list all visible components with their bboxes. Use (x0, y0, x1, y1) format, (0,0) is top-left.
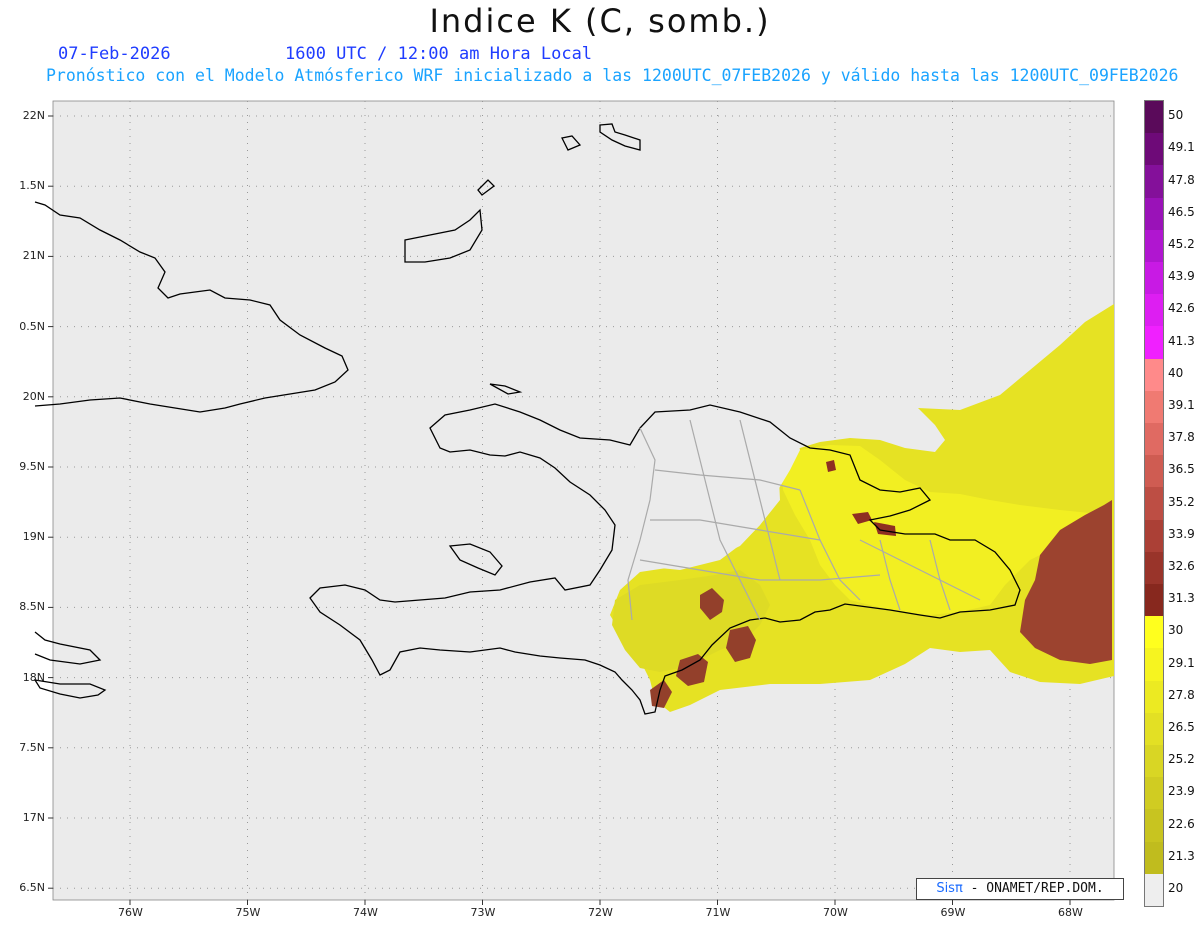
legend-swatch (1145, 841, 1163, 875)
lat-ticks (48, 115, 53, 889)
legend-swatch (1145, 197, 1163, 231)
lat-label: 17N (22, 811, 45, 824)
credit-org: - ONAMET/REP.DOM. (962, 881, 1104, 896)
legend-label: 20 (1168, 880, 1184, 895)
legend-swatch (1145, 133, 1163, 166)
credit-logo: Sisπ (936, 881, 963, 896)
legend-swatch (1145, 680, 1163, 714)
legend-swatch (1145, 423, 1163, 456)
lat-label: 8.5N (19, 600, 45, 614)
legend-swatch (1145, 584, 1163, 617)
lat-label: 22N (22, 109, 45, 122)
lat-label: 0.5N (19, 319, 45, 333)
legend-swatch (1145, 229, 1163, 263)
lat-label: 19N (22, 530, 45, 544)
lon-ticks (129, 900, 1071, 905)
legend-label: 40 (1168, 365, 1184, 380)
legend-swatch (1145, 487, 1163, 521)
legend-label: 49.1 (1168, 140, 1195, 155)
legend-label: 22.6 (1168, 816, 1195, 831)
legend-label: 37.8 (1168, 430, 1195, 445)
legend-label: 33.9 (1168, 526, 1195, 541)
lon-label: 72W (588, 906, 613, 919)
legend-swatch (1145, 358, 1163, 392)
legend-label: 30 (1168, 623, 1184, 638)
legend-label: 39.1 (1168, 397, 1195, 412)
color-legend (1144, 100, 1164, 907)
legend-label: 47.8 (1168, 172, 1195, 187)
legend-swatch (1145, 648, 1163, 682)
lon-label: 69W (940, 906, 966, 919)
lat-label: 18N (22, 670, 45, 684)
legend-label: 31.3 (1168, 591, 1195, 606)
legend-swatch (1145, 326, 1163, 360)
legend-swatch (1145, 551, 1163, 585)
lat-label: 9.5N (19, 460, 45, 473)
lat-label: 6.5N (19, 881, 45, 895)
legend-swatch (1145, 745, 1163, 778)
legend-label: 26.5 (1168, 719, 1195, 734)
lon-label: 71W (705, 906, 731, 919)
legend-label: 46.5 (1168, 204, 1195, 219)
legend-label: 27.8 (1168, 687, 1195, 702)
lon-label: 75W (235, 906, 261, 919)
legend-swatch (1145, 455, 1163, 488)
legend-label: 41.3 (1168, 333, 1195, 348)
legend-label: 50 (1168, 108, 1184, 123)
lon-label: 73W (470, 906, 496, 919)
lon-label: 74W (353, 906, 378, 919)
legend-label: 36.5 (1168, 462, 1195, 477)
legend-label: 43.9 (1168, 269, 1195, 284)
lon-label: 68W (1058, 906, 1083, 919)
legend-label: 29.1 (1168, 655, 1195, 670)
map-canvas (33, 100, 1115, 905)
legend-label: 25.2 (1168, 752, 1195, 767)
lat-label: 21N (22, 249, 45, 263)
credit-box: Sisπ - ONAMET/REP.DOM. (916, 878, 1124, 900)
legend-swatch (1145, 873, 1163, 907)
legend-label: 32.6 (1168, 558, 1195, 573)
legend-swatch (1145, 101, 1163, 134)
legend-label: 35.2 (1168, 494, 1195, 509)
lon-label: 76W (118, 906, 143, 919)
legend-swatch (1145, 519, 1163, 553)
legend-swatch (1145, 616, 1163, 649)
legend-swatch (1145, 390, 1163, 424)
lat-label: 1.5N (19, 179, 45, 193)
legend-swatch (1145, 712, 1163, 746)
legend-swatch (1145, 165, 1163, 199)
legend-swatch (1145, 809, 1163, 843)
legend-swatch (1145, 294, 1163, 327)
lat-label: 20N (22, 389, 45, 403)
legend-label: 45.2 (1168, 236, 1195, 251)
legend-label: 23.9 (1168, 784, 1195, 799)
legend-swatch (1145, 777, 1163, 810)
legend-swatch (1145, 262, 1163, 295)
legend-label: 42.6 (1168, 301, 1195, 316)
lon-label: 70W (823, 906, 848, 919)
lat-label: 7.5N (19, 740, 45, 754)
legend-label: 21.3 (1168, 848, 1195, 863)
